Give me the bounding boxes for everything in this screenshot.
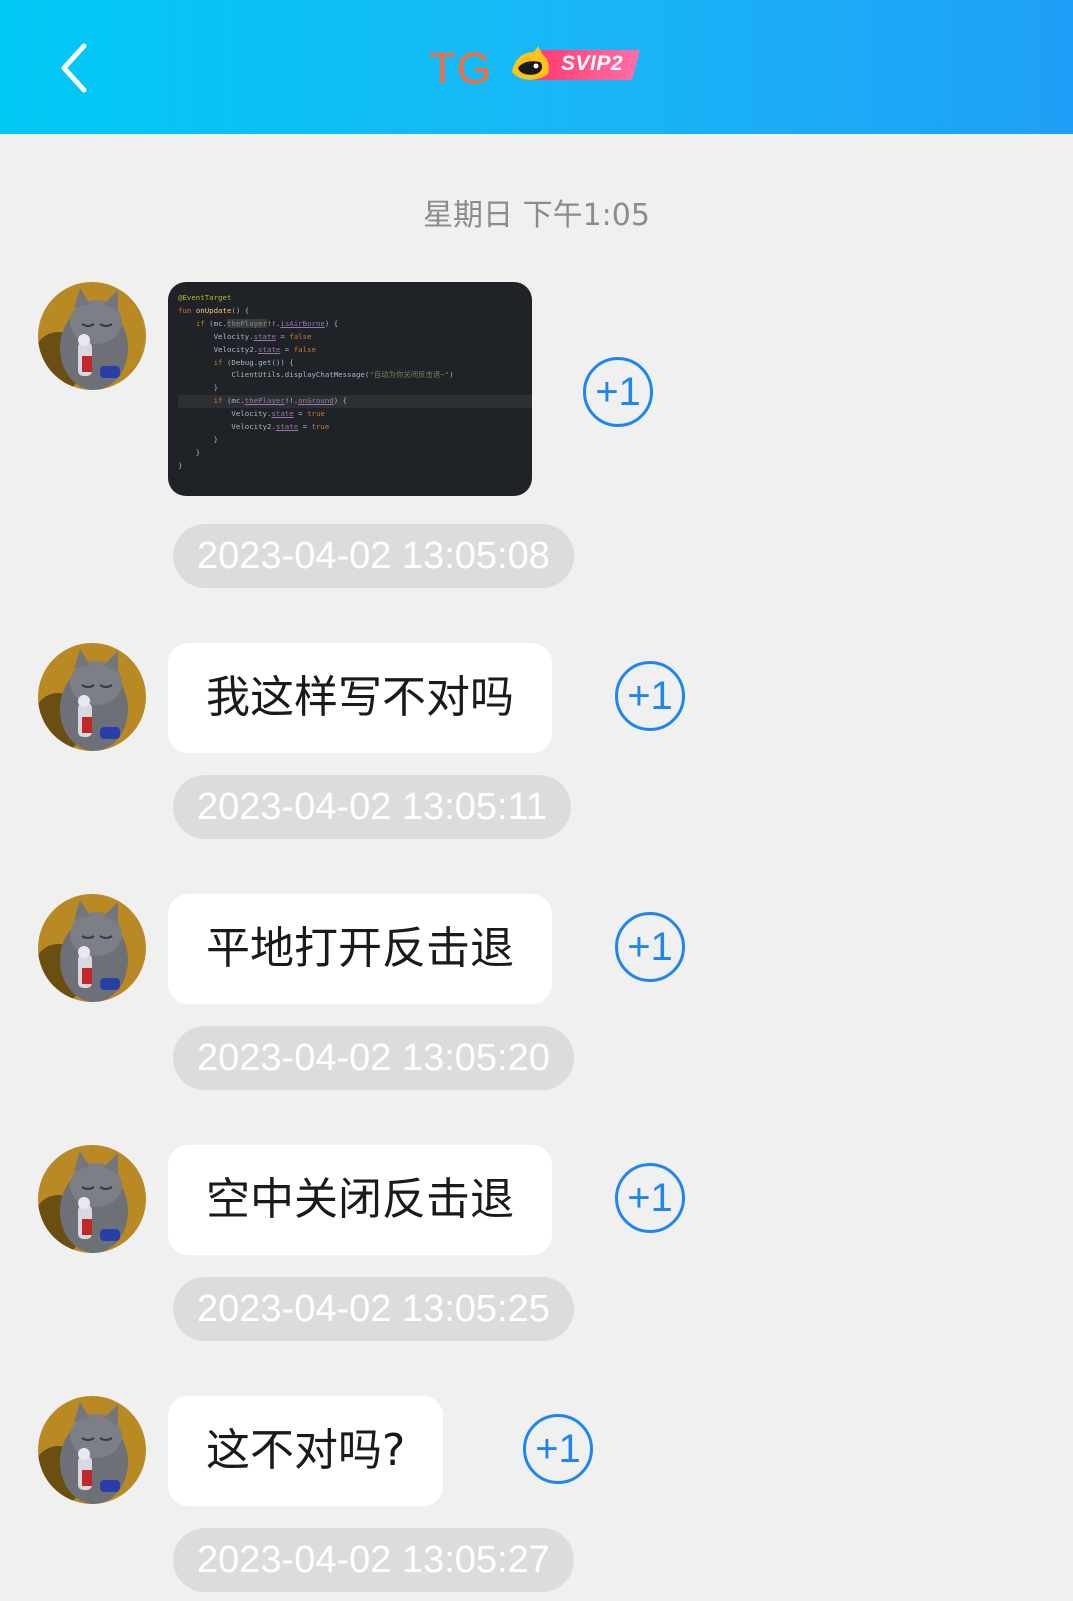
date-separator: 星期日 下午1:05 <box>423 198 650 233</box>
avatar[interactable] <box>38 894 146 1002</box>
chat-header: TG SVIP2 <box>0 0 1073 134</box>
code-image-content: @EventTarget fun onUpdate() { if (mc.the… <box>168 282 532 483</box>
plus-one-button[interactable]: +1 <box>615 1163 685 1233</box>
cat-avatar-icon <box>38 282 146 390</box>
avatar[interactable] <box>38 1396 146 1504</box>
message-timestamp: 2023-04-02 13:05:08 <box>173 524 574 588</box>
svip-badge-label: SVIP2 <box>561 52 624 75</box>
message-timestamp: 2023-04-02 13:05:27 <box>173 1528 574 1592</box>
message-bubble[interactable]: 我这样写不对吗 <box>168 643 552 753</box>
svip-badge[interactable]: SVIP2 <box>508 42 644 88</box>
plus-one-button[interactable]: +1 <box>615 912 685 982</box>
cat-avatar-icon <box>38 1396 146 1504</box>
cat-avatar-icon <box>38 894 146 1002</box>
plus-one-button[interactable]: +1 <box>615 661 685 731</box>
plus-one-button[interactable]: +1 <box>523 1414 593 1484</box>
message-bubble[interactable]: 平地打开反击退 <box>168 894 552 1004</box>
avatar[interactable] <box>38 282 146 390</box>
header-title-area: TG SVIP2 <box>0 0 1073 134</box>
message-bubble[interactable]: 空中关闭反击退 <box>168 1145 552 1255</box>
message-timestamp: 2023-04-02 13:05:20 <box>173 1026 574 1090</box>
message-bubble[interactable]: 这不对吗? <box>168 1396 444 1506</box>
cat-avatar-icon <box>38 643 146 751</box>
code-screenshot-image[interactable]: @EventTarget fun onUpdate() { if (mc.the… <box>168 282 532 496</box>
message-timestamp: 2023-04-02 13:05:25 <box>173 1277 574 1341</box>
message-timestamp: 2023-04-02 13:05:11 <box>173 775 572 839</box>
plus-one-button[interactable]: +1 <box>583 357 653 427</box>
chat-title[interactable]: TG <box>429 44 492 94</box>
cat-avatar-icon <box>38 1145 146 1253</box>
avatar[interactable] <box>38 643 146 751</box>
avatar[interactable] <box>38 1145 146 1253</box>
